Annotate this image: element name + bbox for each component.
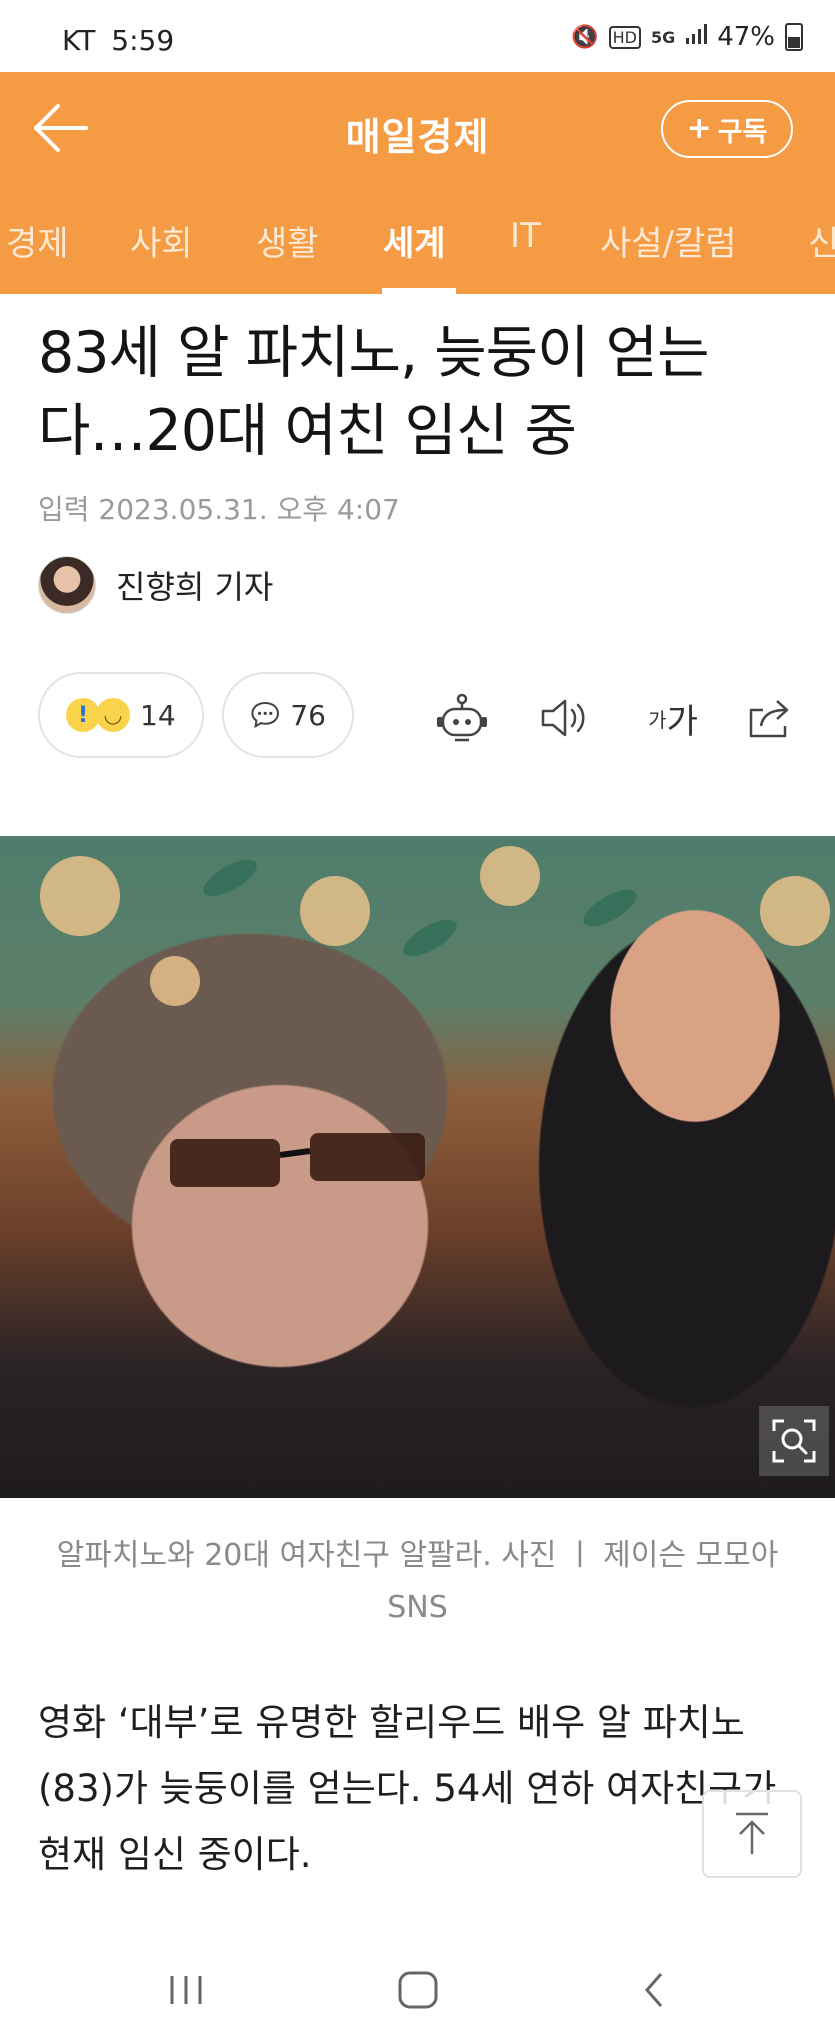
article-body: 영화 ‘대부’로 유명한 할리우드 배우 알 파치노(83)가 늦둥이를 얻는다…: [38, 1701, 777, 1876]
system-nav-bar: [0, 1935, 835, 2042]
font-small-label: 가: [648, 707, 667, 732]
photo-caption: 알파치노와 20대 여자친구 알팔라. 사진 ㅣ 제이슨 모모아 SNS: [56, 1538, 779, 1625]
surprised-emoji-icon: !: [66, 698, 100, 732]
wallpaper-flower: [760, 876, 830, 946]
reactions-button[interactable]: ! ◡ 14: [38, 672, 204, 758]
clock: 5:59: [111, 24, 175, 57]
back-nav-button[interactable]: [624, 1965, 684, 2015]
arrow-up-icon: [736, 1812, 768, 1854]
status-bar: KT 5:59 🔇 HD 5G 47%: [0, 0, 835, 72]
battery-percent: 47%: [717, 22, 775, 52]
wallpaper-flower: [40, 856, 120, 936]
reactions-count: 14: [140, 698, 176, 732]
share-icon: [749, 700, 789, 738]
tab-it[interactable]: IT: [510, 216, 541, 256]
tab-society[interactable]: 사회: [130, 216, 193, 265]
article-headline: 83세 알 파치노, 늦둥이 얻는다…20대 여친 임신 중: [38, 320, 710, 464]
speaker-icon: [541, 699, 585, 737]
tab-life[interactable]: 생활: [256, 216, 319, 265]
wallpaper-leaf: [198, 852, 262, 904]
tab-more[interactable]: 신: [808, 216, 835, 265]
recent-apps-icon: [170, 1976, 202, 2004]
author-row[interactable]: 진향희 기자: [38, 556, 273, 614]
comments-count: 76: [290, 698, 326, 732]
battery-icon: [785, 23, 803, 51]
comments-button[interactable]: 76: [222, 672, 354, 758]
mute-icon: 🔇: [571, 24, 599, 50]
wallpaper-flower: [300, 876, 370, 946]
active-tab-indicator: [382, 288, 456, 294]
article-date: 입력 2023.05.31. 오후 4:07: [38, 493, 400, 526]
tab-economy[interactable]: 경제: [6, 216, 69, 265]
scroll-to-top-button[interactable]: [702, 1790, 802, 1878]
author-name: 진향희 기자: [116, 568, 274, 606]
signal-icon: [685, 23, 708, 51]
sunglasses: [170, 1133, 425, 1187]
wallpaper-flower: [150, 956, 200, 1006]
summary-bot-button[interactable]: [434, 690, 490, 746]
wallpaper-flower: [480, 846, 540, 906]
zoom-icon: [772, 1419, 816, 1463]
subscribe-label: 구독: [717, 116, 768, 148]
category-tabs: 경제 사회 생활 세계 IT 사설/칼럼 신: [0, 186, 835, 294]
tab-world[interactable]: 세계: [383, 216, 446, 265]
share-button[interactable]: [742, 690, 798, 746]
home-icon: [398, 1971, 438, 2009]
wallpaper-leaf: [398, 912, 462, 964]
subscribe-button[interactable]: + 구독: [661, 100, 793, 158]
home-button[interactable]: [388, 1965, 448, 2015]
smile-emoji-icon: ◡: [96, 698, 130, 732]
app-header: 매일경제 + 구독: [0, 72, 835, 186]
article-actions: ! ◡ 14 76 가가: [38, 672, 798, 762]
author-avatar: [38, 556, 96, 614]
image-zoom-button[interactable]: [759, 1406, 829, 1476]
wallpaper-leaf: [578, 882, 642, 934]
carrier-label: KT: [62, 24, 96, 57]
hd-icon: HD: [608, 25, 641, 49]
article-photo[interactable]: [0, 836, 835, 1498]
5g-icon: 5G: [650, 27, 676, 47]
comment-icon: [251, 702, 279, 729]
tab-editorial[interactable]: 사설/칼럼: [600, 216, 737, 265]
font-size-button[interactable]: 가가: [638, 690, 708, 746]
recent-apps-button[interactable]: [156, 1965, 216, 2015]
text-to-speech-button[interactable]: [536, 690, 592, 746]
robot-icon: [437, 693, 487, 742]
chevron-left-icon: [645, 1973, 663, 2007]
plus-icon: +: [686, 111, 712, 146]
font-large-label: 가: [666, 701, 698, 742]
